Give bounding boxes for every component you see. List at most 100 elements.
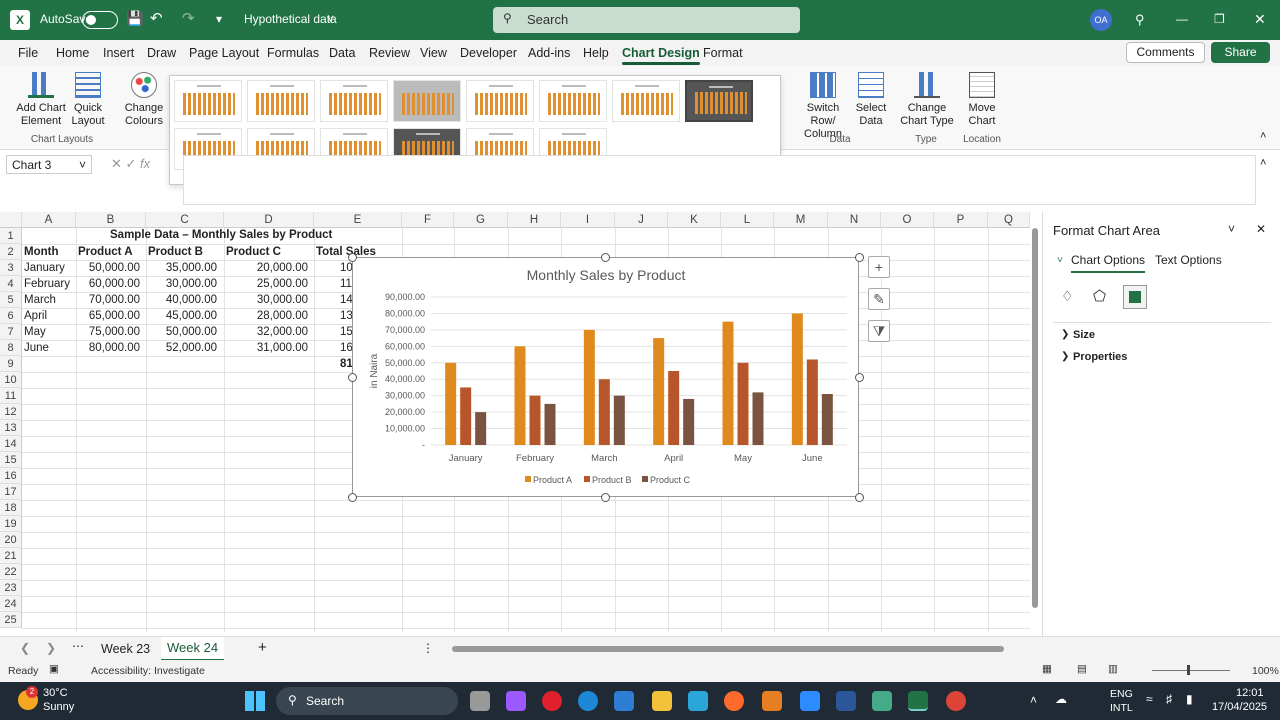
expand-formula-bar-icon[interactable]: ˄ xyxy=(1260,157,1266,169)
menu-format[interactable]: Format xyxy=(703,46,743,60)
word-icon[interactable] xyxy=(836,691,856,711)
row-header[interactable]: 2 xyxy=(0,244,22,260)
bar[interactable] xyxy=(722,321,734,445)
legend-entry[interactable]: Product A xyxy=(533,475,572,485)
data-cell[interactable]: 25,000.00 xyxy=(224,278,308,290)
row-header[interactable]: 12 xyxy=(0,404,22,420)
store-icon[interactable] xyxy=(614,691,634,711)
switch-row-column-button[interactable]: Switch Row/ Column xyxy=(793,72,853,141)
next-sheet-icon[interactable]: ❯ xyxy=(46,641,56,655)
restore-icon[interactable]: ❐ xyxy=(1214,12,1225,26)
fx-label[interactable]: fx xyxy=(140,156,150,171)
chart-style-thumbnail[interactable] xyxy=(466,80,534,122)
accessibility-status[interactable]: Accessibility: Investigate xyxy=(91,665,205,677)
y-axis-label[interactable]: in Naira xyxy=(369,353,380,388)
column-header[interactable]: O xyxy=(881,212,934,228)
menu-file[interactable]: File xyxy=(18,46,38,60)
avatar[interactable]: OA xyxy=(1090,9,1112,31)
move-chart-button[interactable]: Move Chart xyxy=(962,72,1002,128)
row-header[interactable]: 24 xyxy=(0,596,22,612)
fill-line-icon[interactable]: ♢ xyxy=(1061,288,1074,305)
add-chart-element-button[interactable]: Add Chart Element xyxy=(14,72,68,128)
file-explorer-icon[interactable] xyxy=(652,691,672,711)
data-cell[interactable]: 13 xyxy=(340,310,353,322)
header-cell[interactable]: Product A xyxy=(78,246,133,258)
chart[interactable]: Monthly Sales by Product - 10,000.00 20,000… xyxy=(352,257,859,497)
add-sheet-icon[interactable]: + xyxy=(258,639,267,656)
resize-handle[interactable] xyxy=(601,253,610,262)
customize-toolbar-icon[interactable]: ▾ xyxy=(216,12,222,26)
bar[interactable] xyxy=(613,395,625,445)
chart-style-thumbnail[interactable] xyxy=(393,80,461,122)
resize-handle[interactable] xyxy=(855,373,864,382)
bar[interactable] xyxy=(653,338,665,445)
change-colours-button[interactable]: Change Colours xyxy=(120,72,168,128)
chart-styles-button[interactable]: ✎ xyxy=(868,288,890,310)
row-header[interactable]: 9 xyxy=(0,356,22,372)
bar[interactable] xyxy=(806,359,818,445)
bar[interactable] xyxy=(737,362,749,445)
column-header[interactable]: J xyxy=(615,212,668,228)
row-header[interactable]: 14 xyxy=(0,436,22,452)
select-all-corner[interactable] xyxy=(0,212,22,228)
lightbulb-icon[interactable]: ⚲ xyxy=(1135,12,1145,28)
macro-icon[interactable]: ▣ xyxy=(49,663,59,675)
bar[interactable] xyxy=(752,392,764,445)
share-button[interactable]: Share xyxy=(1211,42,1270,63)
file-name[interactable]: Hypothetical data xyxy=(244,12,337,26)
app-icon[interactable] xyxy=(688,691,708,711)
data-cell[interactable]: 52,000.00 xyxy=(146,342,217,354)
column-header[interactable]: P xyxy=(934,212,988,228)
menu-view[interactable]: View xyxy=(420,46,447,60)
data-cell[interactable]: 60,000.00 xyxy=(76,278,140,290)
row-header[interactable]: 18 xyxy=(0,500,22,516)
row-header[interactable]: 17 xyxy=(0,484,22,500)
column-header[interactable]: K xyxy=(668,212,721,228)
wifi-icon[interactable]: ≈ xyxy=(1146,692,1153,706)
row-header[interactable]: 7 xyxy=(0,324,22,340)
menu-draw[interactable]: Draw xyxy=(147,46,176,60)
menu-page-layout[interactable]: Page Layout xyxy=(189,46,259,60)
data-cell[interactable]: June xyxy=(24,342,49,354)
bar[interactable] xyxy=(668,371,680,445)
row-header[interactable]: 3 xyxy=(0,260,22,276)
chart-style-thumbnail[interactable] xyxy=(174,80,242,122)
chevron-down-icon[interactable]: ˅ xyxy=(1228,222,1235,236)
name-box[interactable]: Chart 3 ˅ xyxy=(6,155,92,174)
column-header[interactable]: D xyxy=(224,212,314,228)
menu-add-ins[interactable]: Add-ins xyxy=(528,46,570,60)
data-cell[interactable]: February xyxy=(24,278,70,290)
bar[interactable] xyxy=(791,313,803,445)
formula-bar[interactable] xyxy=(183,155,1256,205)
data-cell[interactable]: January xyxy=(24,262,65,274)
more-sheets-icon[interactable]: ⋯ xyxy=(72,639,84,653)
column-header[interactable]: I xyxy=(561,212,615,228)
row-header[interactable]: 21 xyxy=(0,548,22,564)
chart-filters-button[interactable]: ⧩ xyxy=(868,320,890,342)
bar[interactable] xyxy=(475,412,487,445)
app-icon[interactable] xyxy=(762,691,782,711)
chart-style-thumbnail[interactable] xyxy=(320,80,388,122)
header-cell[interactable]: Product C xyxy=(226,246,281,258)
header-cell[interactable]: Month xyxy=(24,246,58,258)
chart-style-thumbnail[interactable] xyxy=(612,80,680,122)
size-properties-icon[interactable] xyxy=(1123,285,1147,309)
legend-entry[interactable]: Product B xyxy=(592,475,632,485)
data-cell[interactable]: 20,000.00 xyxy=(224,262,308,274)
column-header[interactable]: B xyxy=(76,212,146,228)
row-header[interactable]: 10 xyxy=(0,372,22,388)
menu-chart-design[interactable]: Chart Design xyxy=(622,46,700,65)
menu-review[interactable]: Review xyxy=(369,46,410,60)
edge-icon[interactable] xyxy=(578,691,598,711)
data-cell[interactable]: 31,000.00 xyxy=(224,342,308,354)
row-header[interactable]: 20 xyxy=(0,532,22,548)
data-cell[interactable]: 14 xyxy=(340,294,353,306)
chart-app-icon[interactable] xyxy=(872,691,892,711)
volume-icon[interactable]: ♯ xyxy=(1166,692,1172,706)
tab-chart-options[interactable]: Chart Options xyxy=(1071,253,1146,273)
undo-icon[interactable]: ↶ xyxy=(150,9,163,27)
data-cell[interactable]: 11 xyxy=(340,278,352,290)
chevron-down-icon[interactable]: ˅ xyxy=(1057,255,1063,266)
effects-icon[interactable]: ⬠ xyxy=(1093,287,1106,305)
column-header[interactable]: C xyxy=(146,212,224,228)
